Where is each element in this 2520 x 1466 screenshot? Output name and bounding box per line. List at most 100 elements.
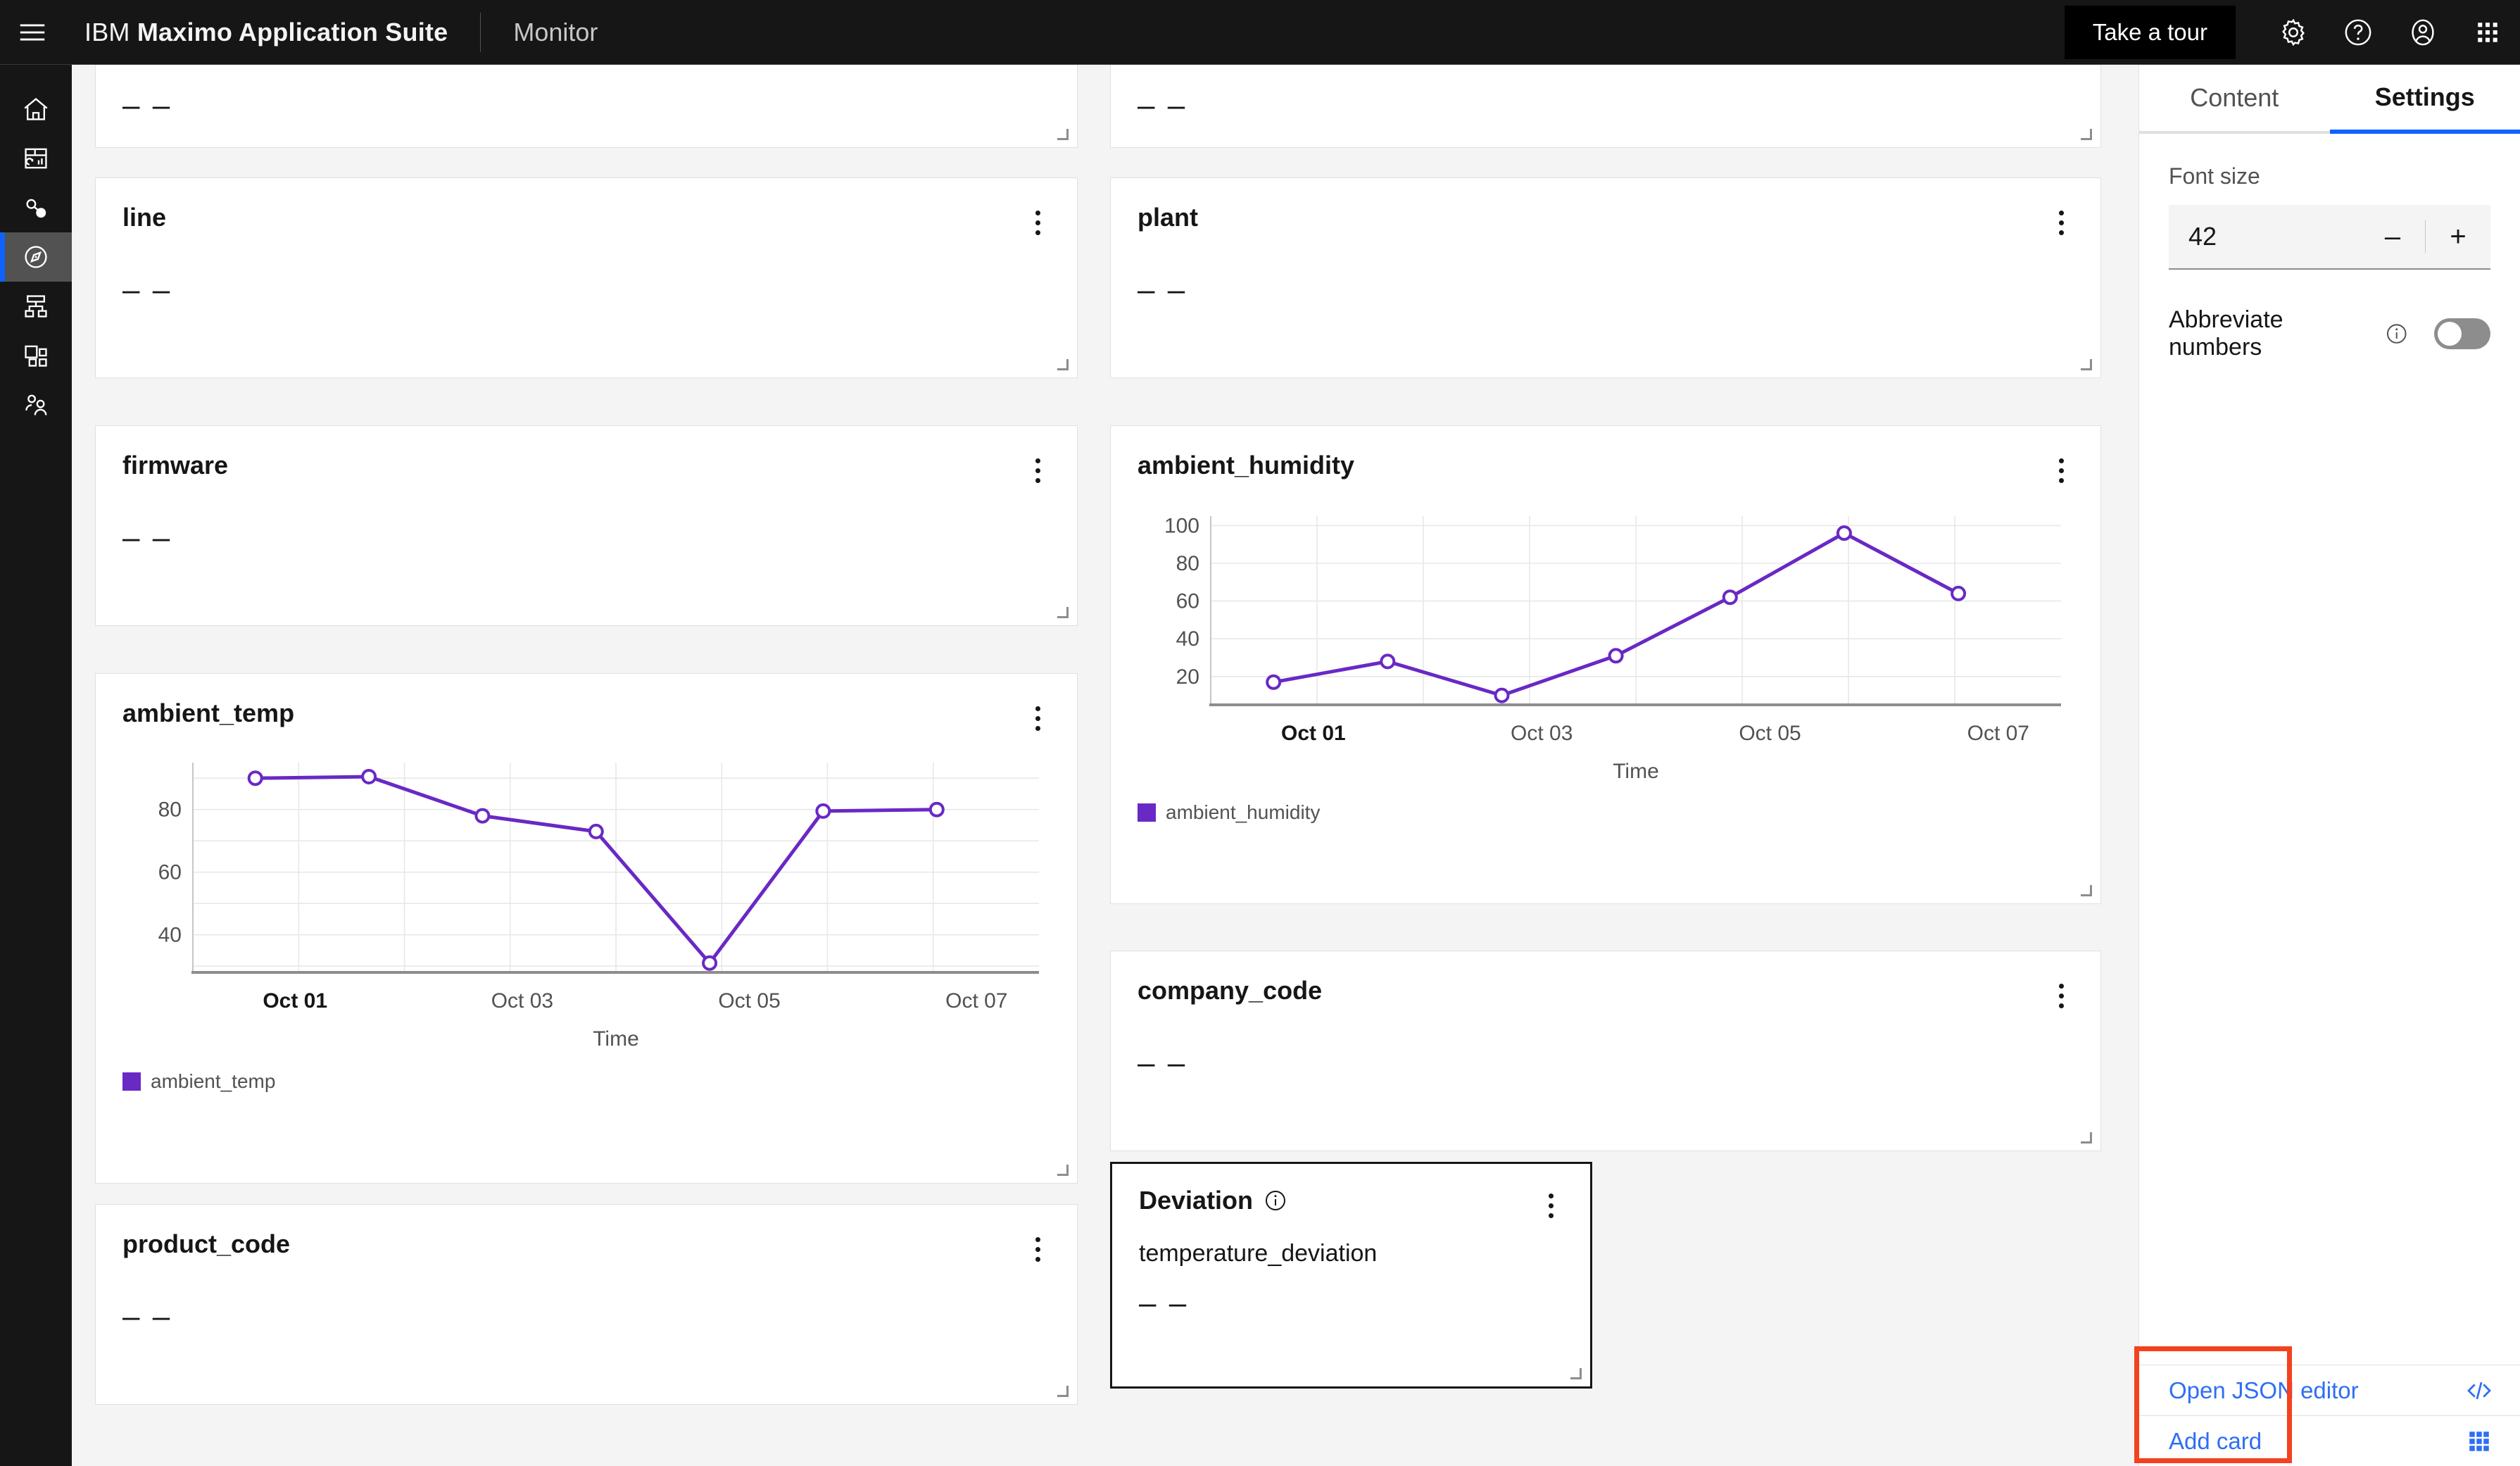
- abbreviate-numbers-label: Abbreviate numbers: [2169, 306, 2283, 361]
- resize-handle-icon[interactable]: [2078, 882, 2092, 896]
- chart-area-ambient-temp: 40 60 80 Oct 01 Oct 03 Oct 05 Oct 07 Time: [96, 734, 1077, 1060]
- svg-text:Oct 07: Oct 07: [1967, 722, 2029, 745]
- font-size-label: Font size: [2169, 163, 2260, 189]
- font-size-stepper[interactable]: 42 – +: [2169, 205, 2490, 270]
- card-header: ambient_humidity: [1111, 426, 2100, 487]
- card-top-right[interactable]: – –: [1110, 65, 2101, 148]
- app-switcher-icon[interactable]: [2455, 0, 2520, 65]
- info-icon[interactable]: [1264, 1189, 1287, 1212]
- svg-text:Oct 05: Oct 05: [718, 989, 780, 1013]
- svg-text:Oct 05: Oct 05: [1739, 722, 1801, 745]
- resize-handle-icon[interactable]: [1054, 356, 1069, 370]
- hamburger-menu-icon[interactable]: [0, 0, 65, 65]
- compass-icon: [25, 246, 47, 268]
- card-overflow-menu-button[interactable]: [1538, 1189, 1563, 1222]
- app-group-icon: [25, 345, 47, 367]
- line-chart-ambient-humidity: 20 40 60 80 100 Oct 01 Oct 03 Oct 05 Oct 07 Time: [1164, 514, 2061, 783]
- open-json-editor-button[interactable]: Open JSON editor: [2139, 1365, 2520, 1415]
- toggle-knob: [2438, 322, 2462, 346]
- card-overflow-menu-button[interactable]: [2048, 206, 2074, 239]
- card-header: firmware: [96, 426, 1077, 487]
- card-line[interactable]: line – –: [95, 177, 1078, 378]
- legend-label: ambient_temp: [151, 1070, 276, 1092]
- panel-footer-actions: Open JSON editor Add card: [2139, 1365, 2520, 1466]
- card-header: company_code: [1111, 951, 2100, 1012]
- chart-legend: ambient_humidity: [1111, 791, 2100, 824]
- card-title: Deviation: [1139, 1186, 1287, 1215]
- resize-handle-icon[interactable]: [1568, 1365, 1582, 1379]
- legend-color-swatch: [122, 1072, 141, 1091]
- card-overflow-menu-button[interactable]: [1025, 702, 1050, 734]
- card-value: – –: [122, 1299, 172, 1334]
- header-divider: [480, 12, 481, 52]
- header-actions: Take a tour: [2064, 0, 2520, 65]
- card-header: product_code: [96, 1205, 1077, 1265]
- font-size-input[interactable]: 42: [2169, 222, 2360, 251]
- sidebar-item-dashboard[interactable]: [0, 134, 72, 183]
- svg-text:Oct 03: Oct 03: [1511, 722, 1573, 745]
- svg-text:Time: Time: [1613, 760, 1659, 783]
- card-title: firmware: [122, 451, 229, 480]
- resize-handle-icon[interactable]: [1054, 1162, 1069, 1176]
- card-header: line: [96, 178, 1077, 239]
- product-name: Monitor: [513, 17, 598, 46]
- card-title: ambient_temp: [122, 698, 295, 727]
- card-firmware[interactable]: firmware – –: [95, 425, 1078, 626]
- card-deviation[interactable]: Deviation temperature_deviation – –: [1110, 1162, 1592, 1389]
- sidebar-item-home[interactable]: [0, 84, 72, 134]
- resize-handle-icon[interactable]: [2078, 356, 2092, 370]
- help-icon[interactable]: [2326, 0, 2390, 65]
- card-ambient-humidity[interactable]: ambient_humidity 20 40 60 80 100 Oct 01 Oct 03…: [1110, 425, 2101, 904]
- resize-handle-icon[interactable]: [1054, 126, 1069, 140]
- sidebar-item-assets[interactable]: [0, 183, 72, 232]
- tab-content[interactable]: Content: [2139, 65, 2330, 134]
- svg-text:Oct 01: Oct 01: [1281, 722, 1346, 745]
- take-a-tour-button[interactable]: Take a tour: [2064, 5, 2236, 59]
- add-card-button[interactable]: Add card: [2139, 1415, 2520, 1466]
- brand-prefix: IBM: [84, 17, 130, 46]
- card-subtitle: temperature_deviation: [1139, 1240, 1378, 1267]
- card-value: – –: [1138, 1046, 1187, 1080]
- brand-name: Maximo Application Suite: [137, 17, 448, 46]
- resize-handle-icon[interactable]: [1054, 604, 1069, 618]
- card-plant[interactable]: plant – –: [1110, 177, 2101, 378]
- abbreviate-numbers-toggle[interactable]: [2434, 318, 2490, 349]
- svg-text:Oct 01: Oct 01: [263, 989, 327, 1013]
- svg-text:80: 80: [158, 798, 182, 822]
- sidebar-item-monitor[interactable]: [0, 232, 72, 282]
- line-chart-ambient-temp: 40 60 80 Oct 01 Oct 03 Oct 05 Oct 07 Time: [158, 763, 1039, 1051]
- resize-handle-icon[interactable]: [2078, 126, 2092, 140]
- card-overflow-menu-button[interactable]: [1025, 206, 1050, 239]
- sidebar-item-hierarchy[interactable]: [0, 282, 72, 331]
- brand-title[interactable]: IBM Maximo Application Suite: [84, 18, 448, 47]
- sidebar-item-users[interactable]: [0, 380, 72, 430]
- sidebar-item-applications[interactable]: [0, 331, 72, 380]
- card-overflow-menu-button[interactable]: [1025, 1233, 1050, 1265]
- dashboard-icon: [25, 148, 47, 169]
- gear-icon[interactable]: [2261, 0, 2326, 65]
- card-title: product_code: [122, 1229, 291, 1258]
- svg-text:80: 80: [1176, 552, 1199, 575]
- card-value: – –: [1139, 1286, 1189, 1320]
- card-company-code[interactable]: company_code – –: [1110, 951, 2101, 1151]
- info-icon[interactable]: [2386, 322, 2408, 346]
- card-top-left[interactable]: – –: [95, 65, 1078, 148]
- asset-link-icon: [26, 199, 46, 218]
- tab-settings[interactable]: Settings: [2329, 65, 2520, 134]
- resize-handle-icon[interactable]: [2078, 1129, 2092, 1144]
- svg-text:60: 60: [1176, 590, 1199, 613]
- resize-handle-icon[interactable]: [1054, 1383, 1069, 1397]
- left-navigation-rail: [0, 65, 72, 1466]
- card-settings-panel: Content Settings Font size 42 – + Abbrev…: [2138, 65, 2520, 1466]
- svg-text:40: 40: [158, 924, 182, 947]
- card-overflow-menu-button[interactable]: [2048, 454, 2074, 487]
- card-ambient-temp[interactable]: ambient_temp 40 60 80 Oct 01 Oct 03 Oct 05 Oct…: [95, 673, 1078, 1184]
- user-avatar-icon[interactable]: [2390, 0, 2455, 65]
- font-size-increment-button[interactable]: +: [2426, 204, 2490, 269]
- card-header: plant: [1111, 178, 2100, 239]
- font-size-decrement-button[interactable]: –: [2360, 204, 2425, 269]
- card-overflow-menu-button[interactable]: [2048, 979, 2074, 1012]
- home-icon: [24, 98, 48, 120]
- card-overflow-menu-button[interactable]: [1025, 454, 1050, 487]
- card-product-code[interactable]: product_code – –: [95, 1204, 1078, 1405]
